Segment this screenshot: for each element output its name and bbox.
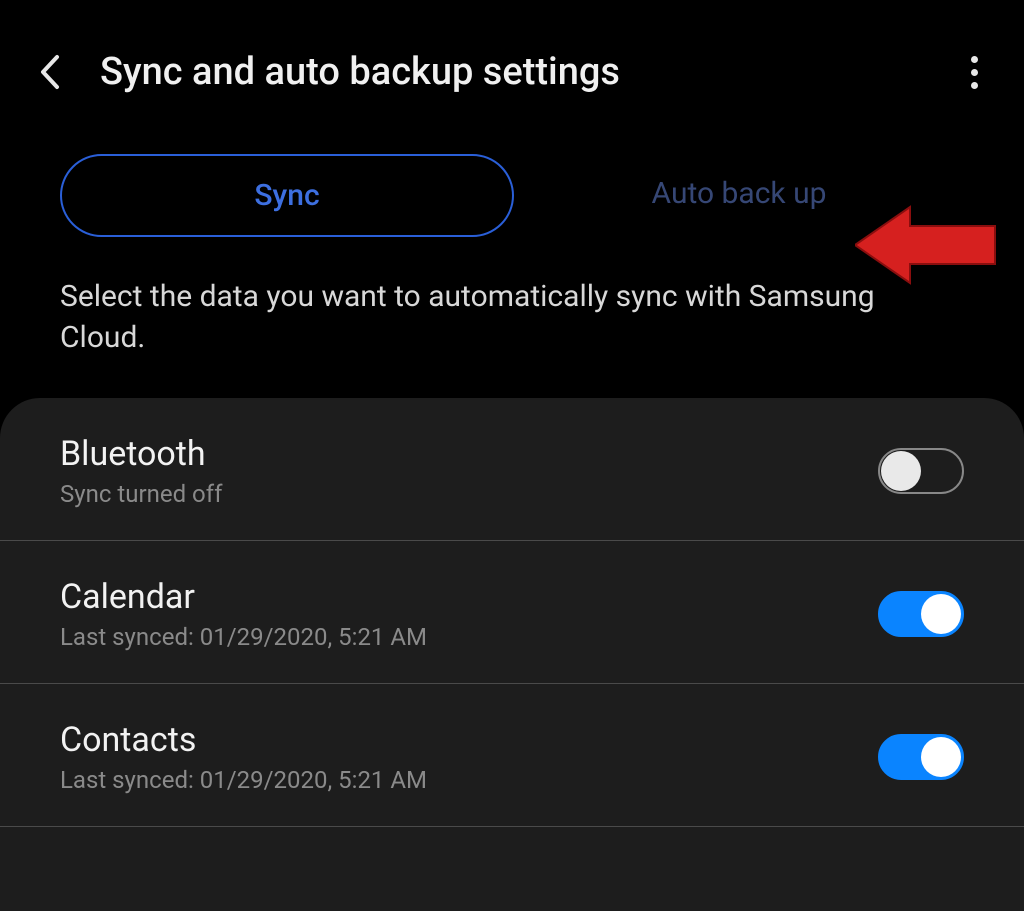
toggle-knob (881, 451, 921, 491)
item-subtitle: Sync turned off (60, 480, 878, 508)
list-item[interactable]: Calendar Last synced: 01/29/2020, 5:21 A… (0, 541, 1024, 684)
toggle-calendar[interactable] (878, 591, 964, 637)
tab-sync[interactable]: Sync (60, 154, 514, 237)
sync-items-panel: Bluetooth Sync turned off Calendar Last … (0, 398, 1024, 911)
item-title-bluetooth: Bluetooth (60, 434, 878, 474)
chevron-left-icon (39, 54, 61, 90)
list-item[interactable]: Bluetooth Sync turned off (0, 398, 1024, 541)
item-title-calendar: Calendar (60, 577, 878, 617)
tab-auto-backup[interactable]: Auto back up (514, 154, 964, 237)
tab-auto-backup-label: Auto back up (652, 176, 827, 211)
item-title-contacts: Contacts (60, 720, 878, 760)
toggle-bluetooth[interactable] (878, 448, 964, 494)
item-subtitle: Last synced: 01/29/2020, 5:21 AM (60, 623, 878, 651)
item-subtitle: Last synced: 01/29/2020, 5:21 AM (60, 766, 878, 794)
more-vertical-icon (971, 56, 978, 63)
toggle-knob (921, 594, 961, 634)
more-options-button[interactable] (954, 52, 994, 92)
back-button[interactable] (30, 52, 70, 92)
page-title: Sync and auto backup settings (100, 50, 954, 94)
tab-sync-label: Sync (254, 178, 319, 213)
toggle-contacts[interactable] (878, 734, 964, 780)
toggle-knob (921, 737, 961, 777)
list-item[interactable]: Contacts Last synced: 01/29/2020, 5:21 A… (0, 684, 1024, 827)
section-description: Select the data you want to automaticall… (0, 267, 1024, 398)
